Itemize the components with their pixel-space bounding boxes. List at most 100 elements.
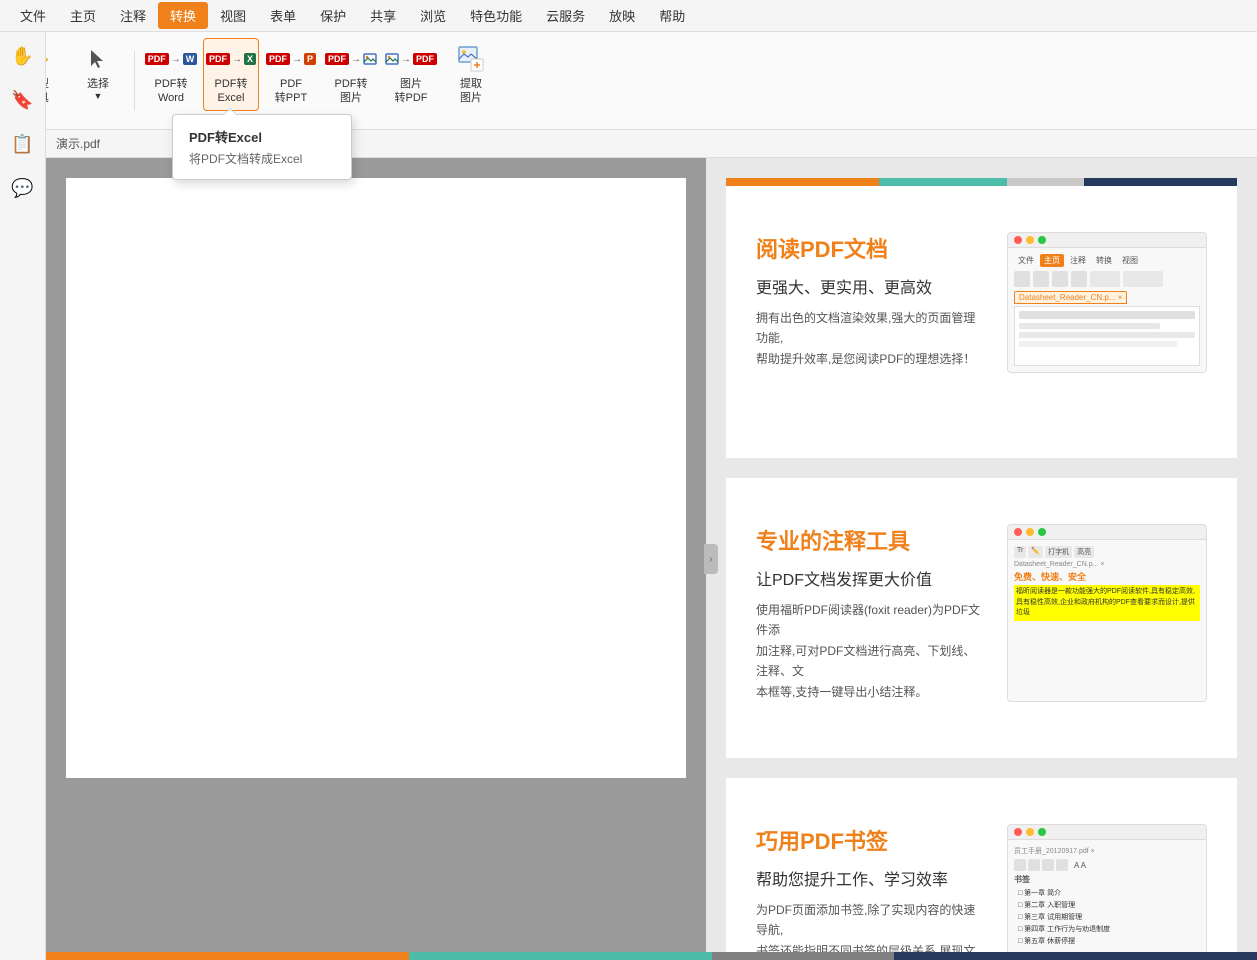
toc-item-3: □ 第三章 试用期管理 — [1014, 912, 1200, 922]
img-pdf-icon: → PDF — [395, 43, 427, 75]
mini-btn-hi: 打字机 — [1045, 546, 1072, 558]
extract-img-label: 提取 图片 — [460, 77, 482, 106]
pdf-img-icon: PDF → — [335, 43, 367, 75]
mini-app-bar-3 — [1008, 825, 1206, 840]
mini-content-area-1 — [1014, 306, 1200, 366]
mini-bm-fontsize-label: A A — [1074, 861, 1086, 870]
toc-item-5: □ 第五章 休薪停摆 — [1014, 936, 1200, 946]
read-pdf-desc: 拥有出色的文档渲染效果,强大的页面管理功能,帮助提升效率,是您阅读PDF的理想选… — [756, 308, 987, 369]
read-pdf-subtitle: 更强大、更实用、更高效 — [756, 274, 987, 298]
mini-toolbar2: Tr ✏️ 打字机 高亮 — [1014, 546, 1200, 558]
bookmark-desc: 为PDF页面添加书签,除了实现内容的快速导航,书签还能指明不同书签的层级关系,展… — [756, 900, 987, 960]
sidebar-hand-icon[interactable]: ✋ — [7, 40, 39, 72]
mini-zoom-icon — [1090, 271, 1120, 287]
pdf-to-excel-button[interactable]: PDF → X PDF转 Excel — [203, 38, 259, 111]
img-to-pdf-label: 图片 转PDF — [395, 77, 428, 106]
menu-cloud[interactable]: 云服务 — [534, 2, 597, 29]
menu-home[interactable]: 主页 — [58, 2, 108, 29]
bottom-seg-gray — [712, 952, 894, 960]
bookmark-title: 巧用PDF书签 — [756, 824, 987, 856]
menu-form[interactable]: 表单 — [258, 2, 308, 29]
mini-bm-icon-4 — [1056, 859, 1068, 871]
dot-red — [1014, 236, 1022, 244]
menu-view[interactable]: 视图 — [208, 2, 258, 29]
mini-btn-edit: ✏️ — [1028, 546, 1043, 558]
menu-protect[interactable]: 保护 — [308, 2, 358, 29]
preview-section-annotation: 专业的注释工具 让PDF文档发挥更大价值 使用福昕PDF阅读器(foxit re… — [726, 478, 1237, 758]
menu-share[interactable]: 共享 — [358, 2, 408, 29]
menu-browse[interactable]: 浏览 — [408, 2, 458, 29]
mini-content-line-1 — [1019, 311, 1195, 319]
preview-section-read: 阅读PDF文档 更强大、更实用、更高效 拥有出色的文档渲染效果,强大的页面管理功… — [726, 178, 1237, 458]
mini-content-line-3 — [1019, 332, 1195, 338]
preview-panel: 阅读PDF文档 更强大、更实用、更高效 拥有出色的文档渲染效果,强大的页面管理功… — [706, 158, 1257, 960]
mini-edit-icon — [1052, 271, 1068, 287]
mini-tab-view: 视图 — [1118, 254, 1142, 267]
annotation-title: 专业的注释工具 — [756, 524, 987, 556]
img-to-pdf-button[interactable]: → PDF 图片 转PDF — [383, 38, 439, 111]
toc-item-4: □ 第四章 工作行为与劝退制度 — [1014, 924, 1200, 934]
bookmark-subtitle: 帮助您提升工作、学习效率 — [756, 866, 987, 890]
sidebar-pages-icon[interactable]: 📋 — [7, 128, 39, 160]
cursor-icon — [82, 43, 114, 75]
extract-img-button[interactable]: 提取 图片 — [443, 38, 499, 111]
mini-app-bar-1 — [1008, 233, 1206, 248]
dot-yellow-2 — [1026, 528, 1034, 536]
collapse-handle[interactable]: › — [704, 544, 718, 574]
pdf-to-ppt-button[interactable]: PDF → P PDF 转PPT — [263, 38, 319, 111]
file-path: 演示.pdf — [56, 135, 100, 152]
tooltip-title: PDF转Excel — [189, 127, 335, 146]
dot-yellow-3 — [1026, 828, 1034, 836]
main-area: › 阅读PDF文档 更强大、更实用、更高效 拥有出色的文档渲染效果,强大的页面管… — [46, 158, 1257, 960]
pdf-convert-img-button[interactable]: PDF → PDF转 图片 — [323, 38, 379, 111]
mini-bm-icon-1 — [1014, 859, 1026, 871]
color-seg-orange — [726, 178, 879, 186]
mini-file-tab-1: Datasheet_Reader_CN.p... × — [1014, 291, 1127, 304]
pdf-convert-img-label: PDF转 图片 — [335, 77, 368, 106]
mini-tab-file: 文件 — [1014, 254, 1038, 267]
mini-tab-convert: 转换 — [1092, 254, 1116, 267]
menu-annotation[interactable]: 注释 — [108, 2, 158, 29]
mini-bm-icon-2 — [1028, 859, 1040, 871]
mini-hand-icon — [1014, 271, 1030, 287]
mini-file-label-2: Datasheet_Reader_CN.p... × — [1014, 561, 1200, 568]
menu-file[interactable]: 文件 — [8, 2, 58, 29]
bottom-seg-orange — [46, 952, 409, 960]
mini-app-read: 文件 主页 注释 转换 视图 — [1007, 232, 1207, 373]
dot-green-2 — [1038, 528, 1046, 536]
dot-green-3 — [1038, 828, 1046, 836]
annotation-subtitle: 让PDF文档发挥更大价值 — [756, 566, 987, 590]
document-panel-left: › — [46, 158, 706, 960]
mini-app-bookmark: 员工手册_20120917.pdf × A A 书签 □ 第一章 简介 □ 第二… — [1007, 824, 1207, 960]
pdf-ppt-icon: PDF → P — [275, 43, 307, 75]
mini-clip-icon — [1071, 271, 1087, 287]
mini-nav-icon — [1123, 271, 1163, 287]
menu-present[interactable]: 放映 — [597, 2, 647, 29]
bottom-seg-navy — [894, 952, 1257, 960]
sidebar-bookmark-icon[interactable]: 🔖 — [7, 84, 39, 116]
mini-btn-text: Tr — [1014, 546, 1026, 558]
pdf-to-excel-label: PDF转 Excel — [215, 77, 248, 106]
pdf-to-word-button[interactable]: PDF → W PDF转 Word — [143, 38, 199, 111]
dot-yellow — [1026, 236, 1034, 244]
select-tool-button[interactable]: 选择 ▼ — [70, 38, 126, 108]
toc-item-1: □ 第一章 简介 — [1014, 888, 1200, 898]
mini-tab-bar-1: 文件 主页 注释 转换 视图 — [1014, 254, 1200, 267]
mini-btn-more: 高亮 — [1074, 546, 1094, 558]
mini-toc: □ 第一章 简介 □ 第二章 入职管理 □ 第三章 试用期管理 □ 第四章 工作… — [1014, 888, 1200, 946]
pdf-to-word-label: PDF转 Word — [155, 77, 188, 106]
mini-tab-home: 主页 — [1040, 254, 1064, 267]
menubar: 文件 主页 注释 转换 视图 表单 保护 共享 浏览 特色功能 云服务 放映 帮… — [0, 0, 1257, 32]
select-tool-label: 选择 ▼ — [87, 77, 109, 103]
menu-convert[interactable]: 转换 — [158, 2, 208, 29]
sidebar-comment-icon[interactable]: 💬 — [7, 172, 39, 204]
menu-help[interactable]: 帮助 — [647, 2, 697, 29]
pdf-to-ppt-label: PDF 转PPT — [275, 77, 307, 106]
document-inner — [66, 178, 686, 778]
toolbar-divider-1 — [134, 51, 135, 111]
tooltip-popup: PDF转Excel 将PDF文档转成Excel — [172, 114, 352, 180]
color-seg-teal — [879, 178, 1007, 186]
bookmark-section: 巧用PDF书签 帮助您提升工作、学习效率 为PDF页面添加书签,除了实现内容的快… — [756, 824, 1207, 960]
mini-app-content-1: 文件 主页 注释 转换 视图 — [1008, 248, 1206, 372]
menu-features[interactable]: 特色功能 — [458, 2, 534, 29]
